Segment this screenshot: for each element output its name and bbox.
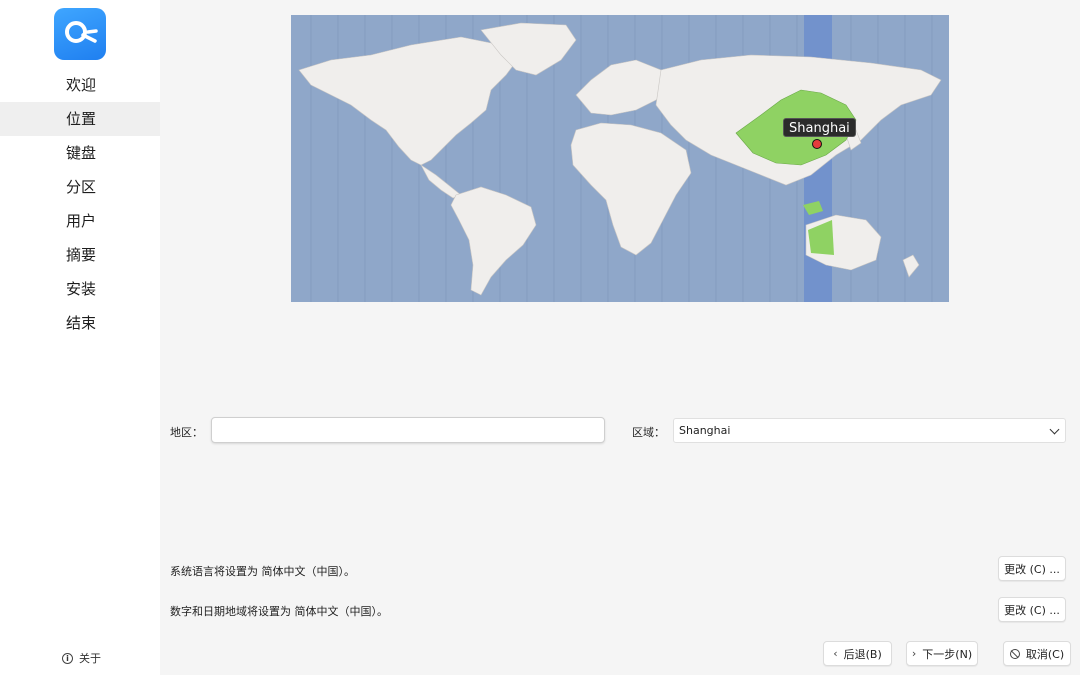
sidebar-item-location: 位置 xyxy=(0,102,160,136)
sidebar-item-welcome: 欢迎 xyxy=(66,76,97,94)
sidebar-item-install: 安装 xyxy=(66,280,97,298)
world-map-graphic xyxy=(298,15,942,302)
info-icon: i xyxy=(62,652,73,664)
cancel-icon xyxy=(1009,648,1020,659)
about-label: 关于 xyxy=(79,652,101,665)
zone-select[interactable]: Shanghai xyxy=(673,418,1066,443)
about-button[interactable]: i 关于 xyxy=(62,650,101,666)
change-language-button[interactable]: 更改 (C) ... xyxy=(998,556,1066,581)
cancel-button-label: 取消(C) xyxy=(1025,647,1065,661)
chevron-right-icon: › xyxy=(911,647,917,660)
zone-label: 区域： xyxy=(632,426,665,439)
locale-info-text: 数字和日期地域将设置为 简体中文（中国）。 xyxy=(170,605,388,618)
region-label: 地区： xyxy=(170,426,203,439)
back-button[interactable]: ‹ 后退(B) xyxy=(823,641,892,666)
sidebar-item-keyboard: 键盘 xyxy=(66,144,97,162)
sidebar-item-finish: 结束 xyxy=(66,314,97,332)
sidebar: 欢迎 位置 键盘 分区 用户 摘要 安装 结束 i 关于 xyxy=(0,0,160,675)
sidebar-nav: 欢迎 位置 键盘 分区 用户 摘要 安装 结束 xyxy=(0,68,160,340)
sidebar-item-summary: 摘要 xyxy=(66,246,97,264)
sidebar-item-partition: 分区 xyxy=(66,178,97,196)
back-button-label: 后退(B) xyxy=(843,647,882,661)
cancel-button[interactable]: 取消(C) xyxy=(1003,641,1071,666)
installer-logo-icon xyxy=(54,8,106,60)
next-button[interactable]: › 下一步(N) xyxy=(906,641,978,666)
timezone-map[interactable]: Shanghai xyxy=(291,15,949,302)
region-input[interactable] xyxy=(211,417,605,443)
location-pin-icon xyxy=(812,139,822,149)
selected-city-label: Shanghai xyxy=(783,118,856,137)
chevron-left-icon: ‹ xyxy=(833,647,838,660)
next-button-label: 下一步(N) xyxy=(922,647,973,661)
chevron-down-icon xyxy=(1049,424,1060,435)
zone-selected-value: Shanghai xyxy=(679,424,731,437)
change-locale-button[interactable]: 更改 (C) ... xyxy=(998,597,1066,622)
sidebar-item-users: 用户 xyxy=(66,212,97,230)
language-info-text: 系统语言将设置为 简体中文（中国）。 xyxy=(170,565,355,578)
